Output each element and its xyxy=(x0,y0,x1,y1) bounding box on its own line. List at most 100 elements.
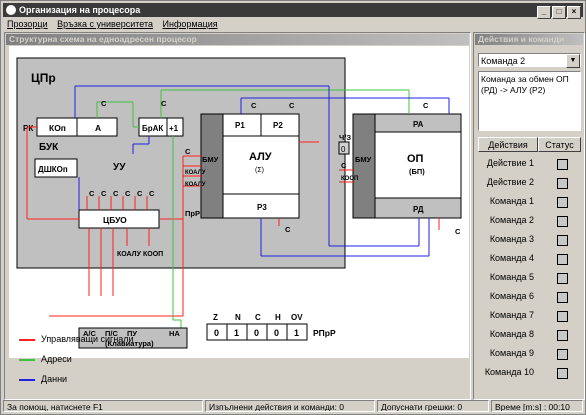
c-label-ra: С xyxy=(423,101,429,110)
alu-sub: (Σ) xyxy=(255,167,264,174)
rw-label: Ч/З xyxy=(339,133,351,142)
c-label-6: С xyxy=(149,189,155,198)
prr-label: ПрР xyxy=(185,209,200,218)
diagram-panel-title: Структурна схема на едноадресен процесор xyxy=(6,34,469,45)
legend-control-swatch xyxy=(19,338,35,341)
action-row-label[interactable]: Действие 1 xyxy=(478,158,534,168)
ko-op-label-2: КООП xyxy=(341,176,358,182)
status-time: Време [m:s] : 00:10 xyxy=(491,400,583,412)
flag-value-ov: 1 xyxy=(294,328,299,338)
c-label-rd: С xyxy=(455,227,461,236)
status-errors: Допуснати грешки: 0 xyxy=(377,400,489,412)
menu-university[interactable]: Връзка с университета xyxy=(57,19,153,29)
action-row-label[interactable]: Команда 6 xyxy=(478,291,534,301)
cpu-label: ЦПр xyxy=(31,71,56,85)
status-help: За помощ, натиснете F1 xyxy=(3,400,203,412)
status-checkbox xyxy=(557,330,568,341)
ko-op-label: КООП xyxy=(143,251,163,258)
ko-alu-label-1: КОАЛУ xyxy=(185,170,206,176)
flags-caption: РПрР xyxy=(313,328,336,338)
buk-label: БУК xyxy=(39,142,59,153)
rk-label: РК xyxy=(23,124,33,133)
kop-label: КОп xyxy=(49,123,66,133)
action-row-label[interactable]: Команда 2 xyxy=(478,215,534,225)
diagram-panel: Структурна схема на едноадресен процесор… xyxy=(4,32,471,400)
diagram-canvas: ЦПр КОп А РК БУК ДШКОп УУ БрАК +1 ЦБУО Р… xyxy=(9,46,469,358)
c-label-3: С xyxy=(113,189,119,198)
action-row-label[interactable]: Команда 3 xyxy=(478,234,534,244)
brak-label: БрАК xyxy=(142,124,163,133)
a-label: А xyxy=(95,123,101,133)
legend-address: Адреси xyxy=(19,354,72,364)
status-done: Изпълнени действия и команди: 0 xyxy=(205,400,375,412)
title-bar: Организация на процесора _ □ × xyxy=(3,3,583,19)
action-row-label[interactable]: Команда 9 xyxy=(478,348,534,358)
status-checkbox xyxy=(557,254,568,265)
chevron-down-icon[interactable]: ▼ xyxy=(566,54,580,68)
menu-windows[interactable]: Прозорци xyxy=(7,19,48,29)
ko-alu-label: КОАЛУ xyxy=(117,251,142,258)
flag-name-ov: OV xyxy=(291,313,303,322)
r3-label: Р3 xyxy=(257,203,267,212)
status-bar: За помощ, натиснете F1 Изпълнени действи… xyxy=(3,400,583,413)
header-status[interactable]: Статус xyxy=(538,137,581,152)
r1-label: Р1 xyxy=(235,121,245,130)
status-checkbox xyxy=(557,197,568,208)
command-description: Команда за обмен ОП (РД) -> АЛУ (Р2) xyxy=(478,71,581,131)
legend-control: Управляващи сигнали xyxy=(19,334,134,344)
flag-value-c: 0 xyxy=(254,328,259,338)
status-checkbox xyxy=(557,311,568,322)
ra-label: РА xyxy=(413,120,424,129)
legend-control-label: Управляващи сигнали xyxy=(41,334,134,344)
flags-register: Z N C H OV 0 1 0 0 1 РПрР xyxy=(206,313,336,341)
flag-value-n: 1 xyxy=(234,328,239,338)
main-window: Организация на процесора _ □ × Прозорци Вр… xyxy=(0,0,586,415)
action-row-label[interactable]: Команда 4 xyxy=(478,253,534,263)
command-select-value: Команда 2 xyxy=(481,56,526,66)
legend-data-label: Данни xyxy=(41,374,68,384)
op-sub: (БП) xyxy=(409,167,425,176)
actions-panel-title: Действия и команди xyxy=(475,34,583,45)
legend-address-label: Адреси xyxy=(41,354,72,364)
action-row-label[interactable]: Команда 8 xyxy=(478,329,534,339)
command-select[interactable]: Команда 2 ▼ xyxy=(478,53,581,68)
c-label-r2: С xyxy=(289,101,295,110)
dshkop-label: ДШКОп xyxy=(38,165,68,174)
op-bmu-label: БМУ xyxy=(355,155,372,164)
legend-data-swatch xyxy=(19,378,35,381)
header-actions[interactable]: Действия xyxy=(478,137,538,152)
c-label-kop: С xyxy=(101,99,107,108)
flag-name-h: H xyxy=(275,313,281,322)
ko-alu-label-2: КОАЛУ xyxy=(185,182,206,188)
actions-panel: Действия и команди Команда 2 ▼ Команда з… xyxy=(473,32,585,400)
keyboard-key-na: НА xyxy=(169,329,180,338)
flag-name-c: C xyxy=(255,313,261,322)
c-label-alu: С xyxy=(185,147,191,156)
status-checkbox xyxy=(557,292,568,303)
c-label-2: С xyxy=(101,189,107,198)
rd-label: РД xyxy=(413,205,424,214)
action-row-label[interactable]: Команда 1 xyxy=(478,196,534,206)
action-row-label[interactable]: Действие 2 xyxy=(478,177,534,187)
app-icon xyxy=(6,5,16,15)
window-title: Организация на процесора xyxy=(19,5,141,15)
status-checkbox xyxy=(557,178,568,189)
status-checkbox xyxy=(557,159,568,170)
alu-label: АЛУ xyxy=(249,151,272,163)
legend-data: Данни xyxy=(19,374,67,384)
c-label-5: С xyxy=(137,189,143,198)
flag-name-n: N xyxy=(235,313,241,322)
alu-bmu-label: БМУ xyxy=(202,155,219,164)
processor-diagram: ЦПр КОп А РК БУК ДШКОп УУ БрАК +1 ЦБУО Р… xyxy=(16,57,462,349)
c-label-1: С xyxy=(89,189,95,198)
status-checkbox xyxy=(557,273,568,284)
menu-info[interactable]: Информация xyxy=(163,19,218,29)
action-row-label[interactable]: Команда 10 xyxy=(478,367,534,377)
status-checkbox xyxy=(557,368,568,379)
r2-label: Р2 xyxy=(273,121,283,130)
action-row-label[interactable]: Команда 7 xyxy=(478,310,534,320)
cbuo-label: ЦБУО xyxy=(103,215,127,225)
action-row-label[interactable]: Команда 5 xyxy=(478,272,534,282)
rw-value: 0 xyxy=(341,145,346,154)
legend-address-swatch xyxy=(19,358,35,361)
